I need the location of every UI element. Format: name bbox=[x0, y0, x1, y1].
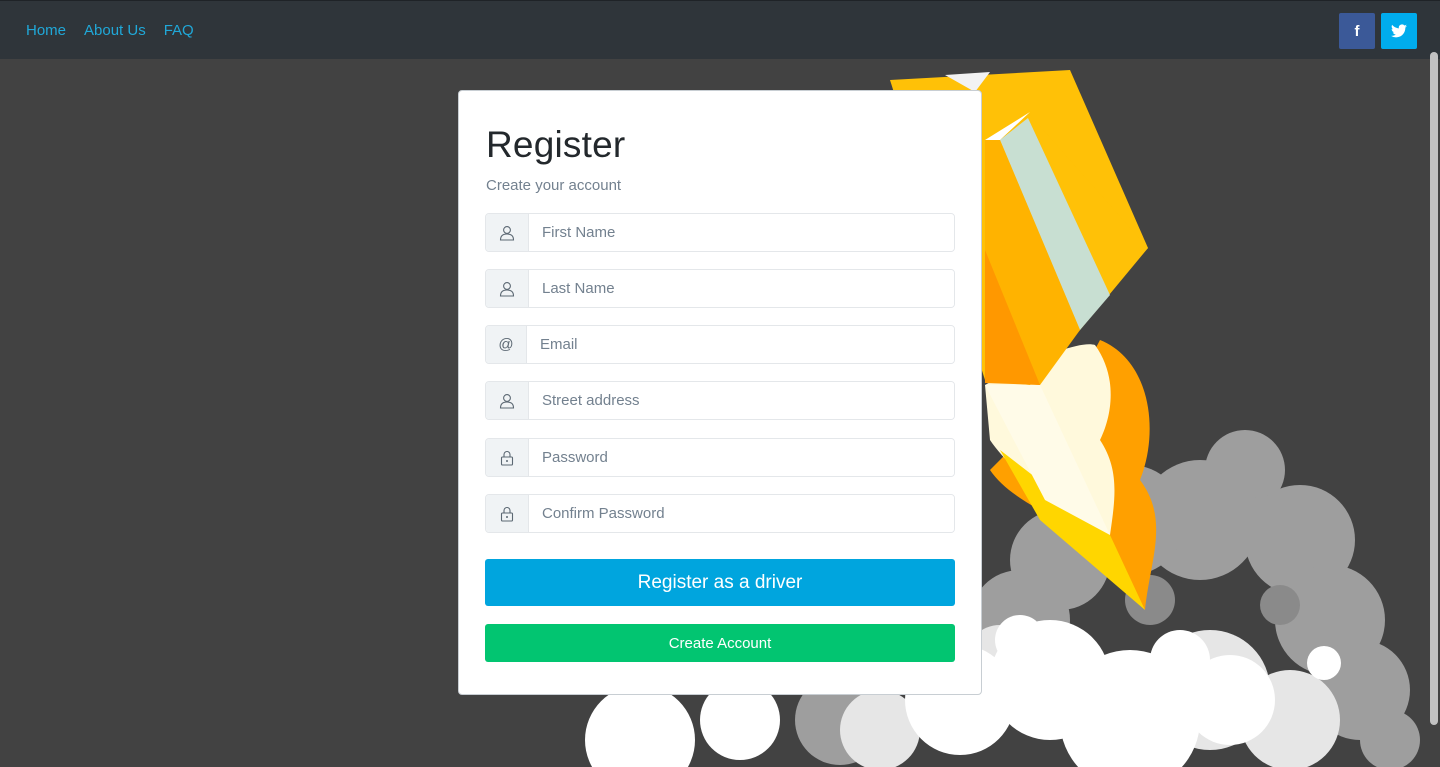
page-subtitle: Create your account bbox=[486, 177, 622, 194]
lock-icon bbox=[486, 495, 529, 532]
top-navbar: Home About Us FAQ f bbox=[0, 0, 1440, 59]
user-icon bbox=[486, 270, 529, 307]
page-scrollbar[interactable] bbox=[1430, 52, 1438, 725]
street-address-field bbox=[485, 381, 955, 420]
street-address-input[interactable] bbox=[529, 382, 954, 419]
register-card: Register Create your account @ Reg bbox=[458, 90, 982, 695]
confirm-password-input[interactable] bbox=[529, 495, 954, 532]
at-icon: @ bbox=[486, 326, 527, 363]
first-name-input[interactable] bbox=[529, 214, 954, 251]
nav-link-about-us[interactable]: About Us bbox=[84, 22, 146, 39]
register-as-driver-button[interactable]: Register as a driver bbox=[485, 559, 955, 606]
email-input[interactable] bbox=[527, 326, 954, 363]
first-name-field bbox=[485, 213, 955, 252]
create-account-button[interactable]: Create Account bbox=[485, 624, 955, 662]
last-name-input[interactable] bbox=[529, 270, 954, 307]
social-buttons: f bbox=[1339, 13, 1417, 49]
email-field: @ bbox=[485, 325, 955, 364]
twitter-button[interactable] bbox=[1381, 13, 1417, 49]
nav-link-faq[interactable]: FAQ bbox=[164, 22, 194, 39]
confirm-password-field bbox=[485, 494, 955, 533]
page-title: Register bbox=[486, 124, 626, 165]
password-field bbox=[485, 438, 955, 477]
facebook-icon: f bbox=[1354, 22, 1360, 40]
nav-links: Home About Us FAQ bbox=[26, 22, 194, 39]
nav-link-home[interactable]: Home bbox=[26, 22, 66, 39]
facebook-button[interactable]: f bbox=[1339, 13, 1375, 49]
lock-icon bbox=[486, 439, 529, 476]
last-name-field bbox=[485, 269, 955, 308]
user-icon bbox=[486, 214, 529, 251]
twitter-icon bbox=[1391, 24, 1407, 38]
user-icon bbox=[486, 382, 529, 419]
password-input[interactable] bbox=[529, 439, 954, 476]
